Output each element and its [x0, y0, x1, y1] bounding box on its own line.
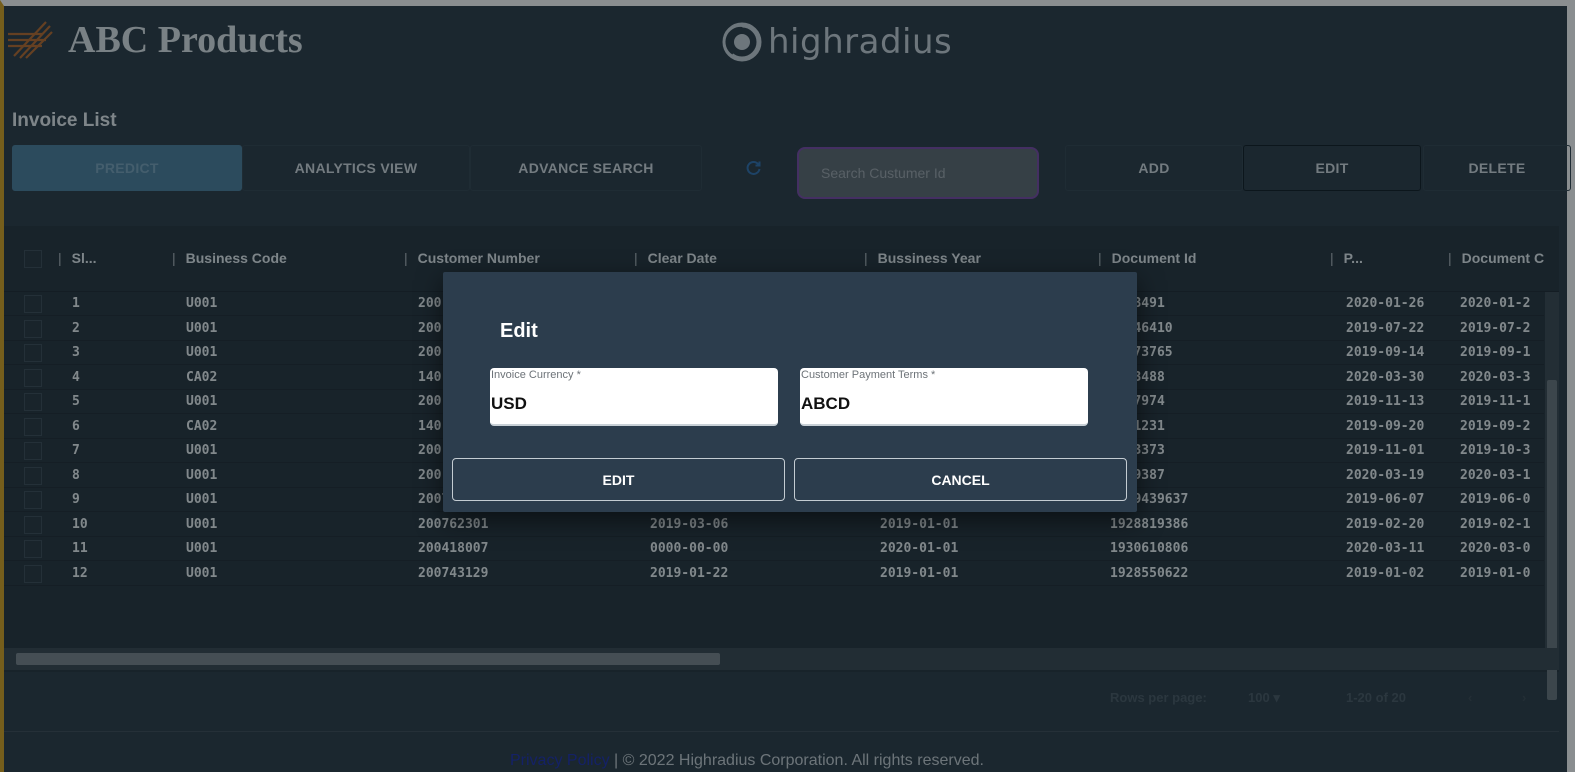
edit-dialog: Edit Invoice Currency * USD Customer Pay…: [443, 272, 1137, 512]
dialog-edit-button[interactable]: EDIT: [452, 458, 785, 501]
payment-terms-label: Customer Payment Terms *: [801, 369, 936, 381]
payment-terms-field[interactable]: Customer Payment Terms * ABCD: [800, 368, 1088, 426]
invoice-currency-field[interactable]: Invoice Currency * USD: [490, 368, 778, 426]
invoice-currency-value[interactable]: USD: [491, 394, 527, 414]
invoice-currency-label: Invoice Currency *: [491, 369, 581, 381]
dialog-title: Edit: [500, 320, 538, 342]
dialog-cancel-button[interactable]: CANCEL: [794, 458, 1127, 501]
payment-terms-value[interactable]: ABCD: [801, 394, 850, 414]
